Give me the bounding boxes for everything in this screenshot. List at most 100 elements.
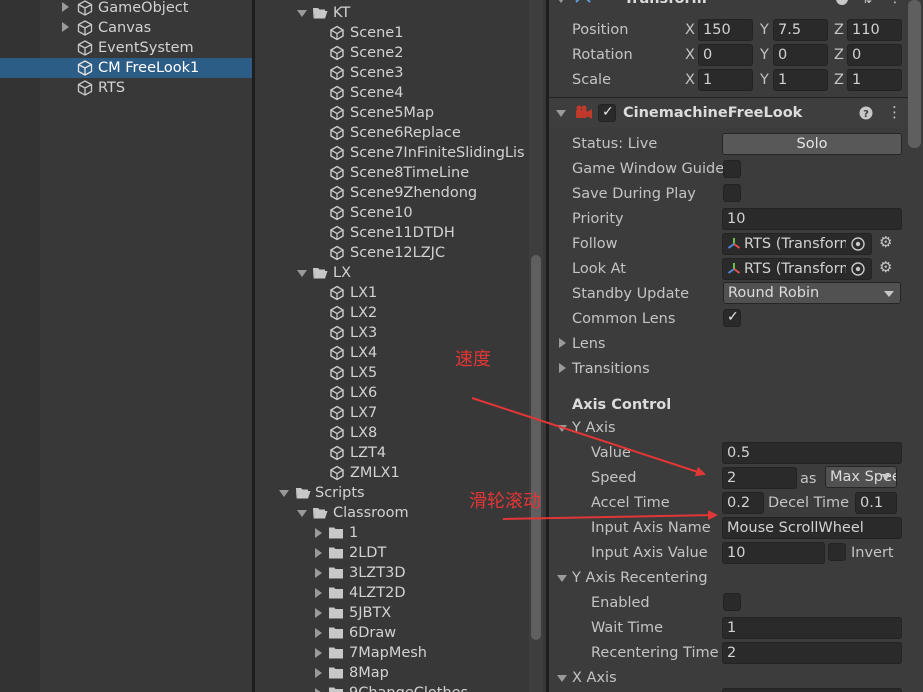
axis-y-label[interactable]: Y <box>760 19 769 41</box>
expand-arrow-icon[interactable] <box>315 548 322 558</box>
gear-icon[interactable]: ⚙ <box>879 233 892 251</box>
project-scrollbar-thumb[interactable] <box>531 255 541 640</box>
scene-asset[interactable]: LX7 <box>329 403 546 423</box>
collapse-arrow-icon[interactable] <box>557 425 567 432</box>
expand-arrow-icon[interactable] <box>62 2 69 12</box>
rotation-x-field[interactable]: 0 <box>698 44 753 66</box>
recentering-enabled-checkbox[interactable] <box>723 593 741 611</box>
folder-item[interactable]: 1 <box>313 523 546 543</box>
axis-x-label[interactable]: X <box>685 69 695 91</box>
expand-arrow-icon[interactable] <box>62 22 69 32</box>
rotation-z-field[interactable]: 0 <box>847 44 902 66</box>
standby-update-dropdown[interactable]: Round Robin <box>723 282 901 304</box>
solo-button[interactable]: Solo <box>722 133 902 155</box>
hierarchy-item-rts[interactable]: RTS <box>0 78 252 98</box>
scene-asset[interactable]: Scene8TimeLine <box>329 163 546 183</box>
hierarchy-item-cm-freelook1[interactable]: CM FreeLook1 <box>0 58 252 78</box>
scene-asset[interactable]: Scene4 <box>329 83 546 103</box>
scene-asset[interactable]: Scene7InFiniteSlidingLis <box>329 143 546 163</box>
collapse-arrow-icon[interactable] <box>279 490 289 497</box>
gear-icon[interactable]: ⚙ <box>879 258 892 276</box>
kebab-menu-icon[interactable]: ⋮ <box>888 0 902 6</box>
collapse-arrow-icon[interactable] <box>556 0 566 3</box>
position-x-field[interactable]: 150 <box>698 19 753 41</box>
y-axis-recentering-foldout[interactable]: Y Axis Recentering <box>572 567 708 589</box>
scene-asset[interactable]: Scene3 <box>329 63 546 83</box>
save-during-play-checkbox[interactable] <box>723 184 741 202</box>
transitions-foldout[interactable]: Transitions <box>572 358 650 380</box>
x-axis-value-field[interactable] <box>722 688 902 692</box>
folder-lx[interactable]: LX <box>297 263 497 283</box>
scene-asset[interactable]: LX3 <box>329 323 546 343</box>
folder-item[interactable]: 9ChangeClothes <box>313 683 546 692</box>
lens-foldout[interactable]: Lens <box>572 333 606 355</box>
expand-arrow-icon[interactable] <box>559 338 566 348</box>
expand-arrow-icon[interactable] <box>559 363 566 373</box>
scene-asset[interactable]: Scene10 <box>329 203 546 223</box>
game-window-guides-checkbox[interactable] <box>723 160 741 178</box>
expand-arrow-icon[interactable] <box>315 568 322 578</box>
hierarchy-item-eventsystem[interactable]: EventSystem <box>0 38 252 58</box>
folder-item[interactable]: 8Map <box>313 663 546 683</box>
scale-y-field[interactable]: 1 <box>773 69 828 91</box>
collapse-arrow-icon[interactable] <box>557 575 567 582</box>
scene-asset[interactable]: Scene5Map <box>329 103 546 123</box>
expand-arrow-icon[interactable] <box>315 608 322 618</box>
axis-z-label[interactable]: Z <box>834 19 844 41</box>
position-y-field[interactable]: 7.5 <box>773 19 828 41</box>
axis-y-label[interactable]: Y <box>760 44 769 66</box>
collapse-arrow-icon[interactable] <box>297 10 307 17</box>
scene-asset[interactable]: LX8 <box>329 423 546 443</box>
folder-item[interactable]: 3LZT3D <box>313 563 546 583</box>
folder-kt[interactable]: KT <box>297 3 497 23</box>
accel-time-field[interactable]: 0.2 <box>722 492 764 514</box>
collapse-arrow-icon[interactable] <box>557 675 567 682</box>
scene-asset[interactable]: Scene1 <box>329 23 546 43</box>
scene-asset[interactable]: LX1 <box>329 283 546 303</box>
collapse-arrow-icon[interactable] <box>297 270 307 277</box>
axis-x-label[interactable]: X <box>685 44 695 66</box>
expand-arrow-icon[interactable] <box>315 668 322 678</box>
expand-arrow-icon[interactable] <box>315 628 322 638</box>
folder-item[interactable]: 4LZT2D <box>313 583 546 603</box>
priority-field[interactable]: 10 <box>722 208 902 230</box>
collapse-arrow-icon[interactable] <box>297 510 307 517</box>
decel-time-field[interactable]: 0.1 <box>855 492 897 514</box>
common-lens-checkbox[interactable]: ✓ <box>723 309 741 327</box>
scene-asset[interactable]: ZMLX1 <box>329 463 546 483</box>
wait-time-field[interactable]: 1 <box>722 617 902 639</box>
axis-y-label[interactable]: Y <box>760 69 769 91</box>
x-axis-foldout[interactable]: X Axis <box>572 667 617 689</box>
scale-x-field[interactable]: 1 <box>698 69 753 91</box>
input-axis-name-field[interactable]: Mouse ScrollWheel <box>722 517 902 539</box>
scene-asset[interactable]: Scene11DTDH <box>329 223 546 243</box>
folder-classroom[interactable]: Classroom <box>297 503 497 523</box>
folder-item[interactable]: 6Draw <box>313 623 546 643</box>
y-axis-foldout[interactable]: Y Axis <box>572 417 616 439</box>
axis-x-label[interactable]: X <box>685 19 695 41</box>
help-icon[interactable]: ? <box>859 106 873 120</box>
folder-item[interactable]: 5JBTX <box>313 603 546 623</box>
scale-z-field[interactable]: 1 <box>847 69 902 91</box>
object-picker-icon[interactable] <box>851 262 865 276</box>
y-axis-speed-field[interactable]: 2 <box>722 467 797 489</box>
hierarchy-item-gameobject[interactable]: GameObject <box>0 0 252 18</box>
recentering-time-field[interactable]: 2 <box>722 642 902 664</box>
axis-z-label[interactable]: Z <box>834 44 844 66</box>
scene-asset[interactable]: Scene6Replace <box>329 123 546 143</box>
inspector-scrollbar-thumb[interactable] <box>908 0 921 148</box>
collapse-arrow-icon[interactable] <box>556 110 566 117</box>
scene-asset[interactable]: LX6 <box>329 383 546 403</box>
folder-scripts[interactable]: Scripts <box>279 483 479 503</box>
folder-item[interactable]: 2LDT <box>313 543 546 563</box>
scene-asset[interactable]: Scene9Zhendong <box>329 183 546 203</box>
kebab-menu-icon[interactable]: ⋮ <box>887 103 902 121</box>
preset-icon[interactable]: ⇅ <box>862 0 872 6</box>
folder-item[interactable]: 7MapMesh <box>313 643 546 663</box>
hierarchy-item-canvas[interactable]: Canvas <box>0 18 252 38</box>
axis-z-label[interactable]: Z <box>834 69 844 91</box>
scene-asset[interactable]: Scene2 <box>329 43 546 63</box>
expand-arrow-icon[interactable] <box>315 648 322 658</box>
expand-arrow-icon[interactable] <box>315 688 322 692</box>
scene-asset[interactable]: LX4 <box>329 343 546 363</box>
